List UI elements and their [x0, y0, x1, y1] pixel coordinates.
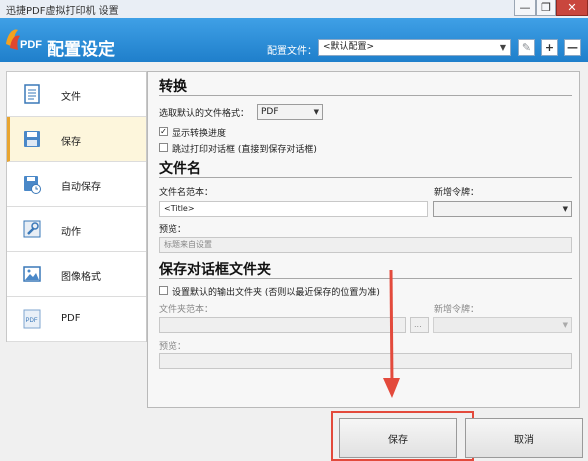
save-button[interactable]: 保存: [339, 418, 457, 458]
section-divider: [159, 177, 572, 178]
section-title-filename: 文件名: [159, 161, 201, 177]
sidebar-item-label: 图像格式: [61, 272, 101, 283]
sidebar-item-label: 自动保存: [61, 182, 101, 193]
filename-preview-field: 标题来自设置: [159, 237, 572, 253]
pdf-file-icon: PDF: [23, 309, 41, 329]
image-icon: [23, 266, 41, 282]
minimize-button[interactable]: —: [514, 0, 536, 16]
sidebar-item-label: 动作: [61, 227, 81, 238]
section-divider: [159, 95, 572, 96]
folder-preview-label: 预览：: [159, 342, 187, 352]
section-title-save-folder: 保存对话框文件夹: [159, 262, 271, 278]
chevron-down-icon: ▼: [562, 205, 568, 213]
filename-token-label: 新增令牌：: [434, 188, 480, 198]
svg-text:PDF: PDF: [26, 318, 38, 324]
filename-template-input[interactable]: <Title>: [159, 201, 428, 217]
edit-profile-button[interactable]: ✎: [518, 39, 535, 56]
sidebar-item-label: 文件: [61, 92, 81, 103]
config-profile-value: <默认配置>: [323, 42, 375, 52]
chevron-down-icon: ▼: [313, 108, 319, 116]
folder-token-select[interactable]: ▼: [433, 317, 572, 333]
sidebar-item-action[interactable]: 动作: [7, 207, 146, 252]
document-icon: [24, 84, 40, 104]
folder-template-input[interactable]: [159, 317, 406, 333]
default-folder-checkbox[interactable]: [159, 286, 168, 295]
format-label: 选取默认的文件格式：: [159, 109, 250, 119]
sidebar-item-image-format[interactable]: 图像格式: [7, 252, 146, 297]
red-arrow-annotation: [383, 270, 400, 398]
show-progress-checkbox[interactable]: ✓: [159, 127, 168, 136]
sidebar-item-file[interactable]: 文件: [7, 72, 146, 117]
pdf-logo-icon: PDF: [6, 29, 42, 51]
sidebar: 文件 保存 自动保存 动作 图像格式 PDF PDF: [6, 71, 147, 342]
auto-save-icon: [24, 176, 41, 194]
file-format-select[interactable]: PDF ▼: [257, 104, 323, 120]
chevron-down-icon: ▼: [562, 321, 568, 329]
sidebar-item-save[interactable]: 保存: [7, 117, 146, 162]
sidebar-item-label: PDF: [61, 313, 81, 324]
file-format-value: PDF: [261, 107, 279, 117]
section-title-convert: 转换: [159, 79, 187, 95]
page-title: 配置设定: [47, 40, 115, 60]
folder-token-label: 新增令牌：: [434, 305, 480, 315]
skip-print-dialog-checkbox[interactable]: [159, 143, 168, 152]
filename-template-label: 文件名范本：: [159, 188, 214, 198]
header-bar: PDF 配置设定 配置文件： <默认配置> ▼ ✎ + —: [0, 18, 588, 62]
folder-template-label: 文件夹范本：: [159, 305, 214, 315]
folder-preview-field: [159, 353, 572, 369]
filename-token-select[interactable]: ▼: [433, 201, 572, 217]
wrench-icon: [23, 220, 41, 238]
config-profile-label: 配置文件：: [267, 46, 317, 57]
chevron-down-icon: ▼: [499, 43, 506, 52]
skip-print-dialog-label: 跳过打印对话框 (直接到保存对话框): [172, 145, 317, 155]
sidebar-item-pdf[interactable]: PDF PDF: [7, 297, 146, 342]
sidebar-item-label: 保存: [61, 137, 81, 148]
browse-folder-button[interactable]: ...: [410, 317, 429, 333]
save-icon: [24, 131, 40, 147]
close-button[interactable]: ✕: [556, 0, 588, 16]
svg-text:PDF: PDF: [20, 39, 42, 51]
default-folder-label: 设置默认的输出文件夹 (否则以最近保存的位置为准): [172, 288, 380, 298]
maximize-button[interactable]: ❐: [536, 0, 556, 16]
section-divider: [159, 278, 572, 279]
remove-profile-button[interactable]: —: [564, 39, 581, 56]
config-profile-select[interactable]: <默认配置> ▼: [318, 39, 511, 56]
window-title: 迅捷PDF虚拟打印机 设置: [6, 6, 119, 17]
cancel-button[interactable]: 取消: [465, 418, 583, 458]
sidebar-item-auto-save[interactable]: 自动保存: [7, 162, 146, 207]
filename-preview-label: 预览：: [159, 225, 187, 235]
show-progress-label: 显示转换进度: [172, 129, 227, 139]
add-profile-button[interactable]: +: [541, 39, 558, 56]
